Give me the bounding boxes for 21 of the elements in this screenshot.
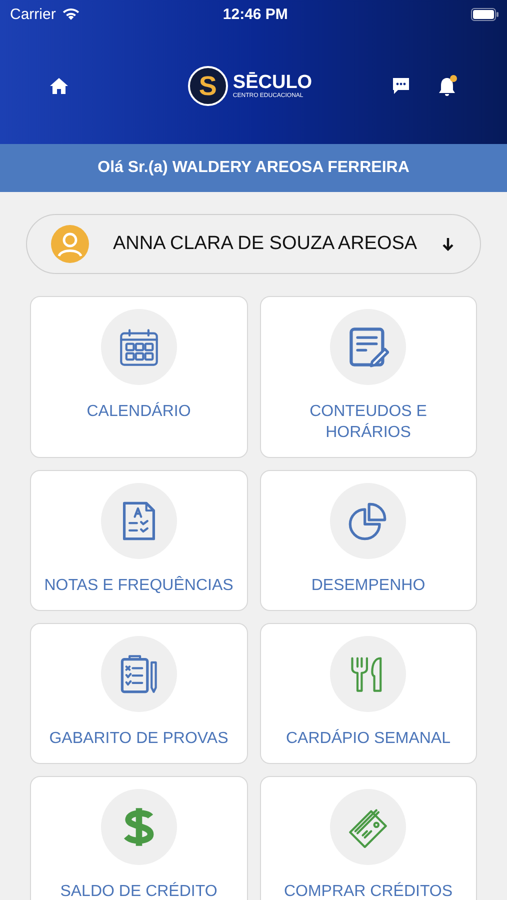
logo-name: SĒCULO — [232, 73, 312, 93]
arrow-down-icon — [442, 237, 454, 251]
notification-icon[interactable] — [437, 74, 459, 98]
avatar-icon — [51, 225, 89, 263]
menu-card[interactable]: DESEMPENHO — [260, 470, 477, 611]
menu-card[interactable]: GABARITO DE PROVAS — [30, 623, 248, 764]
home-icon[interactable] — [49, 77, 69, 95]
logo-mark: S — [188, 66, 228, 106]
menu-card[interactable]: CARDÁPIO SEMANAL — [260, 623, 477, 764]
menu-card[interactable]: CALENDÁRIO — [30, 296, 248, 458]
menu-card[interactable]: CONTEUDOS E HORÁRIOS — [260, 296, 477, 458]
chat-icon[interactable] — [391, 76, 411, 96]
wifi-icon — [62, 7, 80, 21]
student-selector[interactable]: ANNA CLARA DE SOUZA AREOSA — [26, 214, 481, 274]
battery-icon — [471, 8, 499, 20]
menu-card[interactable]: COMPRAR CRÉDITOS — [260, 776, 477, 900]
status-time: 12:46 PM — [222, 6, 289, 22]
menu-card[interactable]: NOTAS E FREQUÊNCIAS — [30, 470, 248, 611]
greeting-text: Olá Sr.(a) WALDERY AREOSA FERREIRA — [0, 144, 507, 192]
menu-card[interactable]: SALDO DE CRÉDITO — [30, 776, 248, 900]
carrier-name: Carrier — [10, 6, 56, 22]
